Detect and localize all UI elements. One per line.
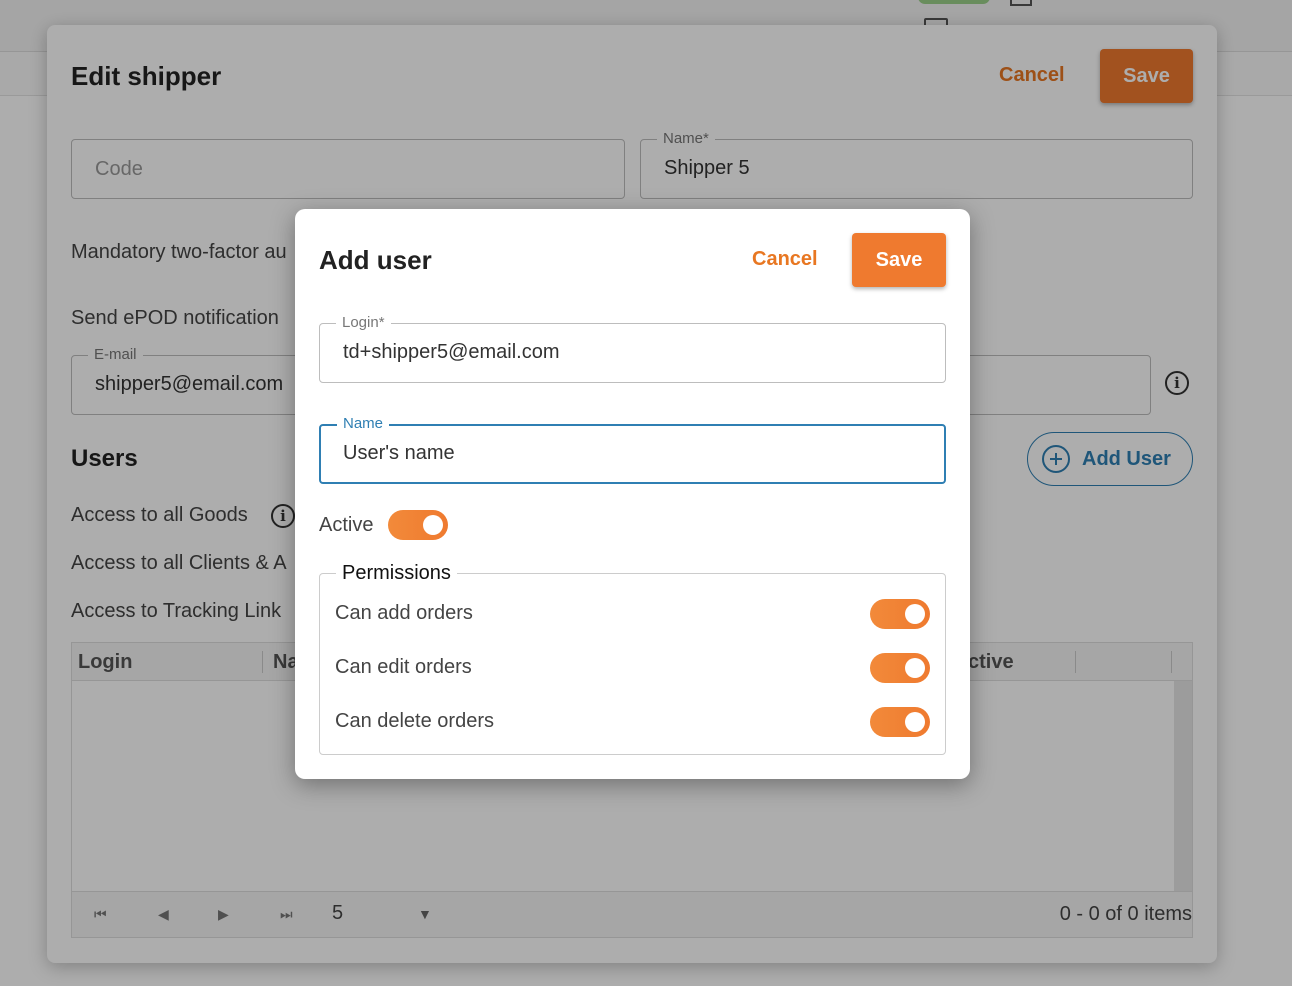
permissions-legend: Permissions <box>336 562 457 585</box>
can-delete-orders-toggle[interactable] <box>870 707 930 737</box>
permissions-group: Permissions Can add orders Can edit orde… <box>319 562 946 755</box>
user-name-field[interactable]: Name User's name <box>319 415 946 484</box>
add-user-dialog: Add user Cancel Save Login* td+shipper5@… <box>295 209 970 779</box>
toggle-knob <box>423 515 443 535</box>
save-button[interactable]: Save <box>852 233 946 287</box>
dialog-title: Add user <box>319 245 432 275</box>
toggle-knob <box>905 712 925 732</box>
login-field-value: td+shipper5@email.com <box>343 341 560 363</box>
permission-label: Can edit orders <box>335 656 472 678</box>
can-add-orders-toggle[interactable] <box>870 599 930 629</box>
permission-label: Can add orders <box>335 602 473 624</box>
toggle-knob <box>905 604 925 624</box>
toggle-knob <box>905 658 925 678</box>
active-label: Active <box>319 514 374 536</box>
user-name-field-value: User's name <box>343 442 455 464</box>
active-toggle[interactable] <box>388 510 448 540</box>
permission-label: Can delete orders <box>335 710 494 732</box>
can-edit-orders-toggle[interactable] <box>870 653 930 683</box>
login-field-label: Login* <box>336 314 391 331</box>
user-name-field-label: Name <box>337 415 390 432</box>
login-field[interactable]: Login* td+shipper5@email.com <box>319 314 946 383</box>
cancel-button[interactable]: Cancel <box>752 248 818 271</box>
